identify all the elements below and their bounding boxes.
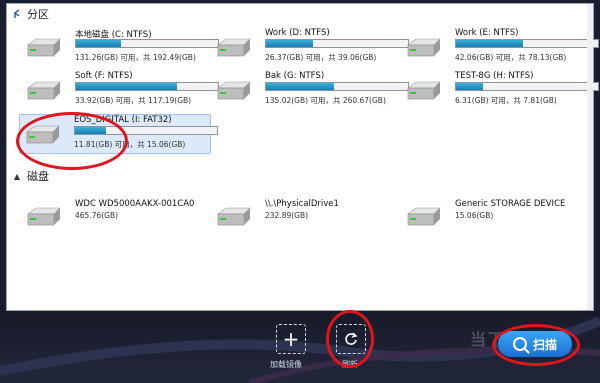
hard-drive-icon	[407, 38, 441, 57]
partition-capacity: 6.31(GB) 可用，共 7.81(GB)	[455, 96, 557, 105]
disk-2[interactable]: Generic STORAGE DEVICE 15.06(GB)	[401, 197, 591, 235]
usage-bar	[75, 82, 219, 91]
refresh-icon	[345, 332, 358, 345]
scan-button[interactable]: 扫描	[498, 331, 572, 357]
usage-bar	[75, 39, 219, 48]
hard-drive-icon	[27, 207, 61, 226]
magnifier-icon	[512, 337, 527, 351]
usage-fill	[76, 40, 122, 47]
plus-icon: +	[282, 327, 300, 351]
hard-drive-icon	[27, 81, 61, 100]
load-image-label: 加载镜像	[270, 360, 302, 369]
partition-c[interactable]: 本地磁盘 (C: NTFS) 131.26(GB) 可用，共 192.49(GB…	[21, 28, 219, 66]
hard-drive-icon	[27, 38, 61, 57]
usage-bar	[455, 39, 599, 48]
disk-name: WDC WD5000AAKX-001CA0	[75, 199, 195, 209]
partitions-section-title: 分区	[27, 8, 49, 21]
partition-e[interactable]: Work (E: NTFS) 42.06(GB) 可用，共 78.13(GB)	[401, 28, 599, 66]
partition-capacity: 42.06(GB) 可用，共 78.13(GB)	[455, 53, 567, 62]
disk-1[interactable]: \\.\PhysicalDrive1 232.89(GB)	[211, 197, 401, 235]
disk-name: Generic STORAGE DEVICE	[455, 199, 566, 209]
usage-fill	[266, 40, 313, 47]
usage-fill	[266, 83, 335, 90]
partition-f[interactable]: Soft (F: NTFS) 33.92(GB) 可用，共 117.19(GB)	[21, 71, 219, 109]
partition-name: EOS_DIGITAL (I: FAT32)	[74, 115, 172, 125]
hard-drive-icon	[217, 81, 251, 100]
partition-capacity: 131.26(GB) 可用，共 192.49(GB)	[75, 53, 196, 62]
usage-fill	[76, 83, 177, 90]
hard-drive-icon	[407, 207, 441, 226]
hard-drive-icon	[217, 38, 251, 57]
disk-size: 465.76(GB)	[75, 211, 119, 220]
partition-i-selected[interactable]: EOS_DIGITAL (I: FAT32) 11.81(GB) 可用，共 15…	[19, 114, 218, 154]
vertical-scrollbar[interactable]	[587, 4, 593, 310]
collapse-triangle-icon[interactable]: ▲	[11, 170, 23, 182]
load-image-button[interactable]: +	[276, 324, 306, 354]
usage-bar	[265, 39, 409, 48]
disk-0[interactable]: WDC WD5000AAKX-001CA0 465.76(GB)	[21, 197, 211, 235]
usage-bar	[265, 82, 409, 91]
disks-section-title: 磁盘	[27, 170, 49, 183]
partition-name: Soft (F: NTFS)	[75, 71, 133, 81]
partition-capacity: 11.81(GB) 可用，共 15.06(GB)	[74, 140, 186, 149]
partition-capacity: 135.02(GB) 可用，共 260.67(GB)	[265, 96, 386, 105]
hard-drive-icon	[217, 207, 251, 226]
usage-fill	[456, 83, 483, 90]
hard-drive-icon	[26, 125, 60, 144]
disks-section-header[interactable]: ▲ 磁盘	[11, 168, 49, 184]
disk-size: 15.06(GB)	[455, 211, 494, 220]
disk-name: \\.\PhysicalDrive1	[265, 199, 339, 209]
partition-g[interactable]: Bak (G: NTFS) 135.02(GB) 可用，共 260.67(GB)	[211, 71, 409, 109]
partition-name: Bak (G: NTFS)	[265, 71, 325, 81]
refresh-label: 刷新	[342, 360, 358, 369]
collapse-arrow-icon[interactable]	[11, 8, 23, 20]
usage-fill	[456, 40, 523, 47]
hard-drive-icon	[407, 81, 441, 100]
partition-d[interactable]: Work (D: NTFS) 26.37(GB) 可用，共 39.06(GB)	[211, 28, 409, 66]
partition-capacity: 33.92(GB) 可用，共 117.19(GB)	[75, 96, 192, 105]
usage-fill	[75, 127, 107, 134]
scan-label: 扫描	[532, 337, 557, 352]
partition-capacity: 26.37(GB) 可用，共 39.06(GB)	[265, 53, 377, 62]
partitions-section-header[interactable]: 分区	[11, 6, 49, 22]
partition-name: Work (D: NTFS)	[265, 28, 330, 38]
disk-size: 232.89(GB)	[265, 211, 309, 220]
partition-name: TEST-8G (H: NTFS)	[455, 71, 534, 81]
partition-h[interactable]: TEST-8G (H: NTFS) 6.31(GB) 可用，共 7.81(GB)	[401, 71, 599, 109]
drive-list-panel: 分区 本地磁盘 (C: NTFS) 131.26(GB) 可用，共 192.49…	[6, 3, 599, 311]
partition-name: Work (E: NTFS)	[455, 28, 519, 38]
usage-bar	[455, 82, 599, 91]
usage-bar	[74, 126, 218, 135]
refresh-button[interactable]	[336, 324, 366, 354]
